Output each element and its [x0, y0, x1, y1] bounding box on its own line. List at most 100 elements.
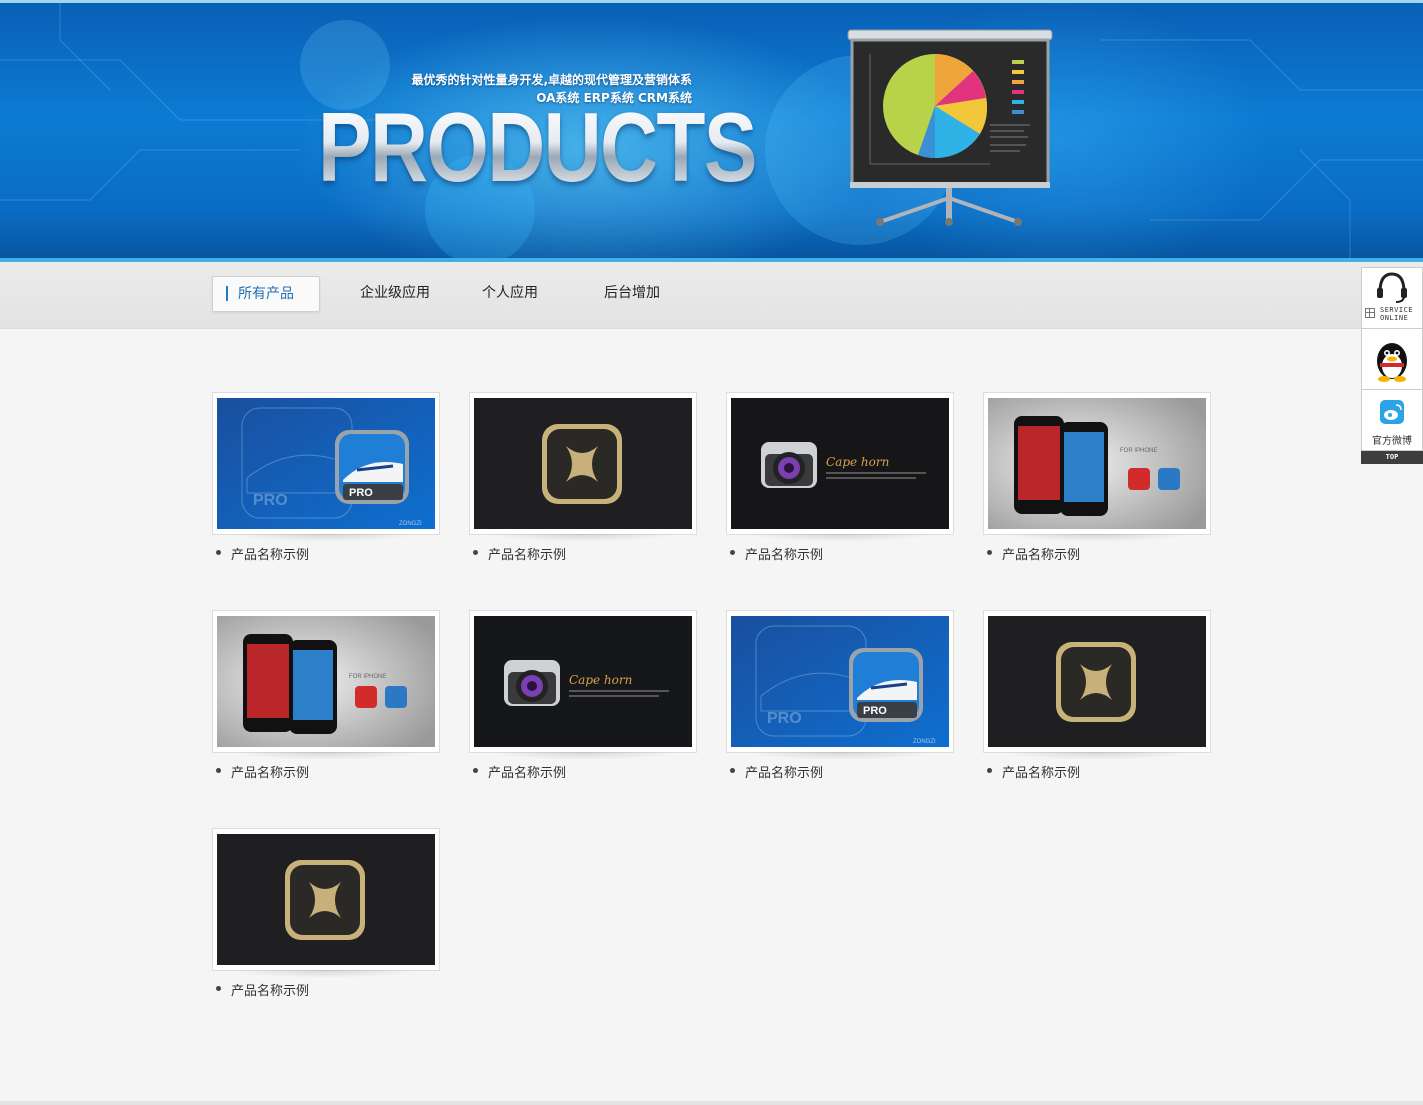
product-name-link[interactable]: 产品名称示例: [987, 544, 1080, 563]
product-card: Cape horn 产品名称示例: [469, 610, 697, 790]
train-app-image: PRO PRO ZONGZI: [217, 398, 435, 529]
bullet-icon: [216, 986, 221, 991]
product-name-link[interactable]: 产品名称示例: [473, 544, 566, 563]
weibo-icon: [1380, 400, 1404, 424]
product-name: 产品名称示例: [745, 548, 824, 563]
product-card: PRO PRO ZONGZI 产品名称示例: [212, 392, 440, 572]
bullet-icon: [216, 550, 221, 555]
thumb-shadow: [1003, 752, 1191, 760]
product-thumbnail[interactable]: FOR IPHONE: [212, 610, 440, 753]
product-thumbnail[interactable]: [212, 828, 440, 971]
bullet-icon: [216, 768, 221, 773]
headset-icon: [1377, 272, 1407, 303]
product-thumbnail[interactable]: FOR IPHONE: [983, 392, 1211, 535]
pro-badge: PRO: [349, 487, 373, 499]
iphone-mockup-image: FOR IPHONE: [988, 398, 1206, 529]
camera-brand-text: Cape horn: [569, 673, 632, 687]
bullet-icon: [473, 768, 478, 773]
product-name: 产品名称示例: [231, 766, 310, 781]
service-line1: SERVICE: [1380, 306, 1414, 314]
product-name: 产品名称示例: [488, 766, 567, 781]
banner-tagline: 最优秀的针对性量身开发,卓越的现代管理及营销体系: [411, 73, 692, 87]
thumb-shadow: [489, 534, 677, 542]
footer-divider: [0, 1101, 1423, 1105]
tab-enterprise-apps[interactable]: 企业级应用: [360, 276, 430, 310]
phone-caption: FOR IPHONE: [1120, 448, 1157, 454]
thumb-shadow: [746, 752, 934, 760]
product-name-link[interactable]: 产品名称示例: [987, 762, 1080, 781]
product-card: Cape horn 产品名称示例: [726, 392, 954, 572]
product-card: FOR IPHONE 产品名称示例: [212, 610, 440, 790]
product-thumbnail[interactable]: PRO PRO ZONGZI: [212, 392, 440, 535]
tab-backend-added[interactable]: 后台增加: [604, 276, 660, 310]
product-name-link[interactable]: 产品名称示例: [216, 980, 309, 999]
product-card: 产品名称示例: [983, 610, 1211, 790]
product-name-link[interactable]: 产品名称示例: [216, 544, 309, 563]
iphone-mockup-image: FOR IPHONE: [217, 616, 435, 747]
product-card: PRO PRO ZONGZI 产品名称示例: [726, 610, 954, 790]
tab-all-products[interactable]: 所有产品: [212, 276, 320, 312]
product-thumbnail[interactable]: Cape horn: [469, 610, 697, 753]
product-thumbnail[interactable]: [983, 610, 1211, 753]
weibo-label: 官方微博: [1372, 436, 1412, 447]
service-line2: ONLINE: [1380, 314, 1409, 322]
watermark: ZONGZI: [399, 521, 422, 527]
product-card: FOR IPHONE 产品名称示例: [983, 392, 1211, 572]
bullet-icon: [730, 768, 735, 773]
tab-personal-apps[interactable]: 个人应用: [482, 276, 538, 310]
product-name: 产品名称示例: [745, 766, 824, 781]
tab-label: 所有产品: [238, 286, 294, 302]
qq-penguin-icon: [1377, 343, 1407, 382]
product-name-link[interactable]: 产品名称示例: [730, 762, 823, 781]
thumb-shadow: [232, 534, 420, 542]
projector-chart-illustration: [847, 29, 1053, 226]
product-name-link[interactable]: 产品名称示例: [473, 762, 566, 781]
watermark: ZONGZI: [913, 739, 936, 745]
product-name-link[interactable]: 产品名称示例: [216, 762, 309, 781]
product-name: 产品名称示例: [488, 548, 567, 563]
product-name: 产品名称示例: [231, 548, 310, 563]
tab-label: 后台增加: [604, 285, 660, 301]
product-name: 产品名称示例: [1002, 766, 1081, 781]
thumb-shadow: [489, 752, 677, 760]
thumb-shadow: [1003, 534, 1191, 542]
back-to-top-button[interactable]: TOP: [1361, 451, 1423, 464]
gold-bow-app-image: [217, 834, 435, 965]
product-thumbnail[interactable]: Cape horn: [726, 392, 954, 535]
thumb-shadow: [232, 970, 420, 978]
camera-brand-text: Cape horn: [826, 455, 889, 469]
tab-label: 个人应用: [482, 285, 538, 301]
products-banner: 最优秀的针对性量身开发,卓越的现代管理及营销体系 OA系统 ERP系统 CRM系…: [0, 0, 1423, 262]
banner-title: PRODUCTS: [318, 92, 757, 202]
svg-text:PRO: PRO: [253, 492, 288, 509]
product-name-link[interactable]: 产品名称示例: [730, 544, 823, 563]
tab-label: 企业级应用: [360, 285, 430, 301]
product-name: 产品名称示例: [231, 984, 310, 999]
service-online-label: SERVICE ONLINE: [1380, 306, 1413, 322]
expand-icon: [1365, 308, 1375, 318]
bullet-icon: [473, 550, 478, 555]
product-thumbnail[interactable]: PRO PRO ZONGZI: [726, 610, 954, 753]
product-card: 产品名称示例: [212, 828, 440, 1008]
banner-top-line: [0, 0, 1423, 3]
category-nav: 所有产品 企业级应用 个人应用 后台增加: [0, 262, 1423, 329]
thumb-shadow: [746, 534, 934, 542]
pro-badge: PRO: [863, 705, 887, 717]
gold-bow-app-image: [988, 616, 1206, 747]
train-app-image: PRO PRO ZONGZI: [731, 616, 949, 747]
official-weibo-button[interactable]: 官方微博: [1361, 389, 1423, 451]
floating-service-widget: SERVICE ONLINE 官方微博 TOP: [1361, 267, 1423, 464]
svg-text:PRO: PRO: [767, 710, 802, 727]
active-tab-indicator: [226, 286, 228, 301]
qq-contact-button[interactable]: [1361, 328, 1423, 389]
product-name: 产品名称示例: [1002, 548, 1081, 563]
phone-caption: FOR IPHONE: [349, 674, 386, 680]
gold-bow-app-image: [474, 398, 692, 529]
thumb-shadow: [232, 752, 420, 760]
camera-app-image: Cape horn: [731, 398, 949, 529]
camera-app-image: Cape horn: [474, 616, 692, 747]
bullet-icon: [987, 550, 992, 555]
product-thumbnail[interactable]: [469, 392, 697, 535]
online-service-button[interactable]: SERVICE ONLINE: [1361, 267, 1423, 328]
bullet-icon: [987, 768, 992, 773]
